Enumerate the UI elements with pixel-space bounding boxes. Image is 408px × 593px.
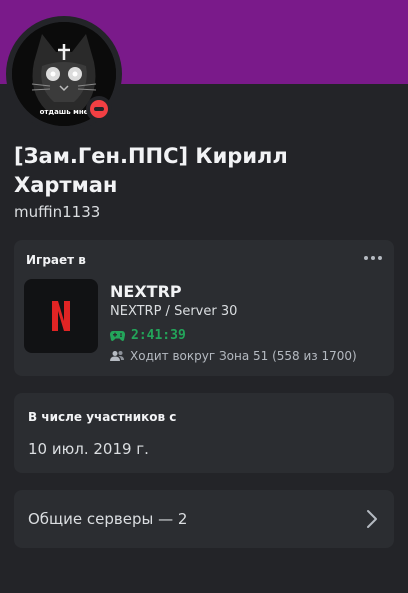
party-row: Ходит вокруг Зона 51 (558 из 1700) <box>110 349 357 363</box>
member-since-card: В числе участников с 10 июл. 2019 г. <box>14 393 394 473</box>
party-status: Ходит вокруг Зона 51 (558 из 1700) <box>130 349 357 363</box>
nextrp-logo-icon <box>52 301 70 331</box>
gamepad-icon <box>110 330 125 341</box>
mutual-servers-button[interactable]: Общие серверы — 2 <box>14 490 394 548</box>
chevron-right-icon <box>367 510 377 528</box>
elapsed-time-row: 2:41:39 <box>110 328 186 343</box>
activity-card: Играет в NEXTRP NEXTRP / Server 30 2:41:… <box>14 240 394 376</box>
member-since-date: 10 июл. 2019 г. <box>28 440 149 458</box>
mutual-servers-label: Общие серверы — 2 <box>28 510 188 528</box>
member-since-title: В числе участников с <box>28 410 177 424</box>
game-details: NEXTRP / Server 30 <box>110 304 238 319</box>
username: muffin1133 <box>14 203 101 221</box>
more-horizontal-icon[interactable] <box>362 252 384 264</box>
status-indicator <box>86 96 112 122</box>
elapsed-timer: 2:41:39 <box>131 328 186 343</box>
game-title: NEXTRP <box>110 282 182 301</box>
party-users-icon <box>110 351 124 361</box>
game-icon[interactable] <box>24 279 98 353</box>
display-name: [Зам.Ген.ППС] Кирилл Хартман <box>14 144 288 197</box>
activity-section-title: Играет в <box>26 253 86 267</box>
dnd-status-icon <box>90 100 108 118</box>
